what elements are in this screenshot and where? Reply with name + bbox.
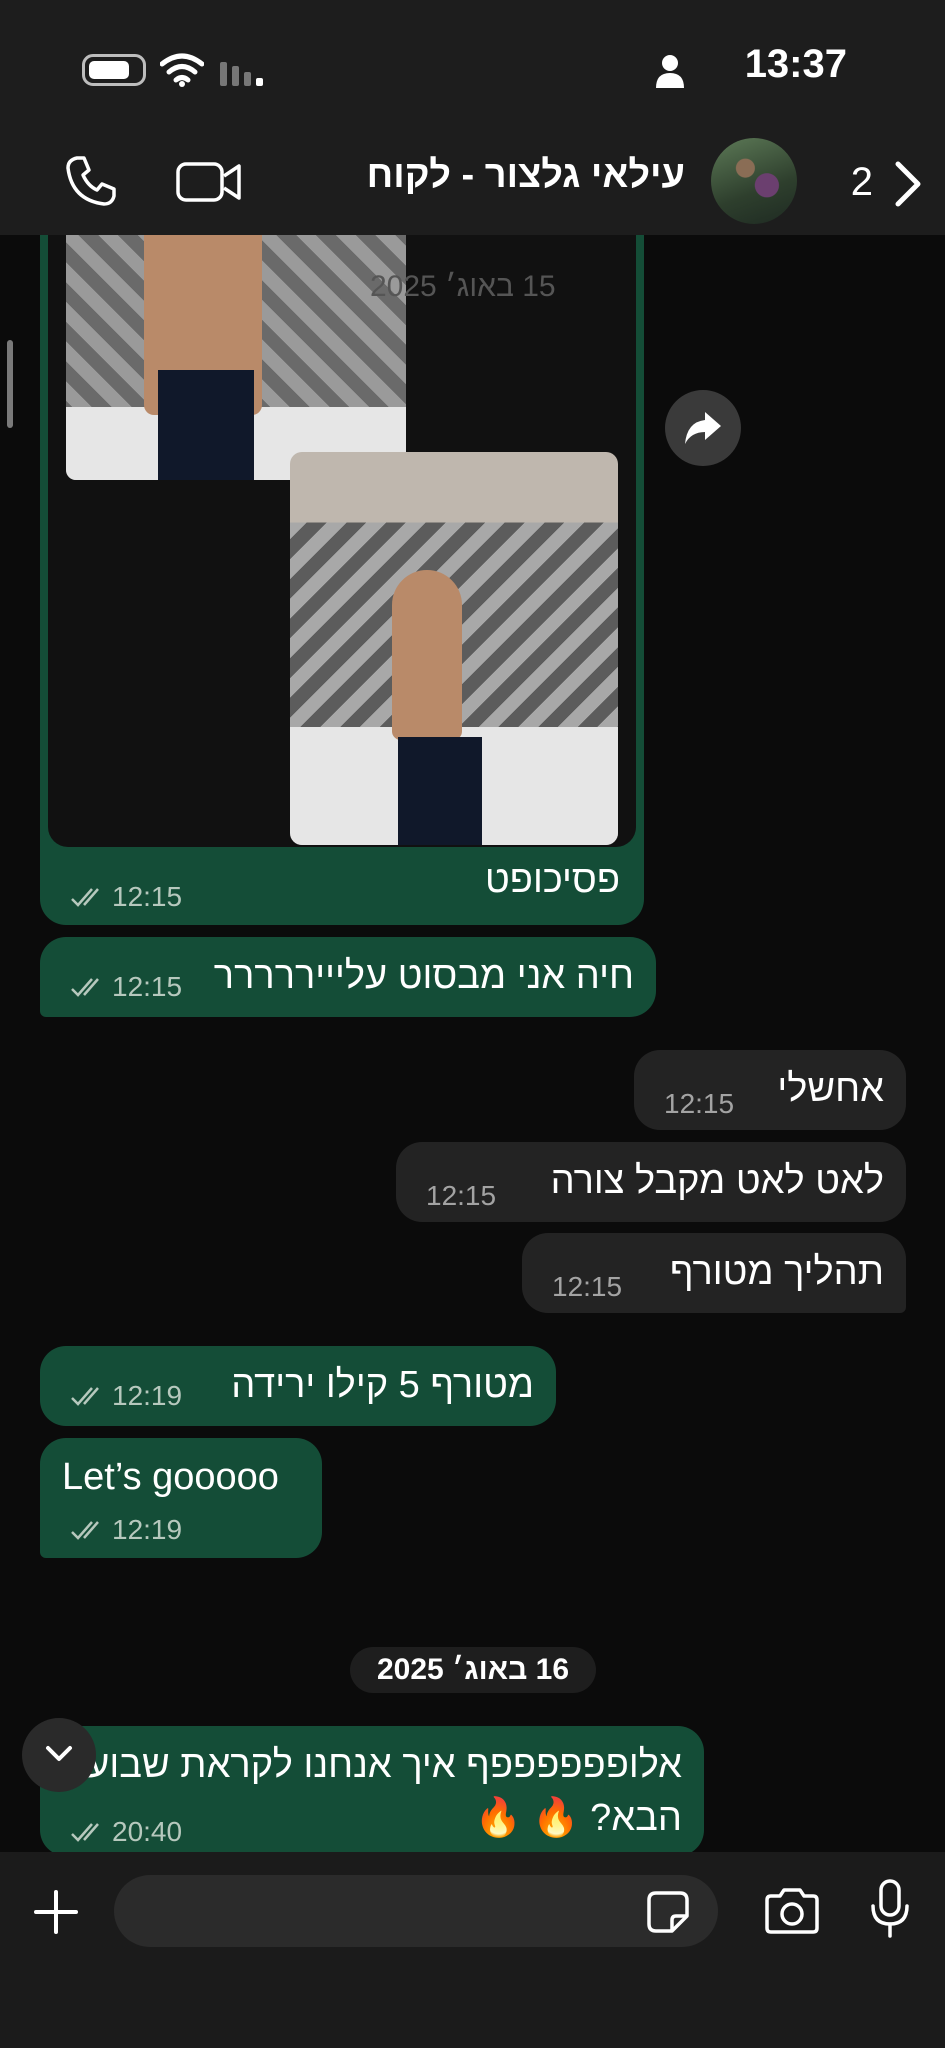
phone-icon[interactable]: [64, 154, 118, 208]
chevron-down-icon: [46, 1746, 72, 1761]
scroll-to-bottom-button[interactable]: [22, 1718, 96, 1792]
read-receipt-icon: [71, 1521, 99, 1540]
date-separator-label: 16 באוג׳ 2025: [376, 1653, 570, 1686]
sticker-icon[interactable]: [646, 1890, 690, 1934]
message-text: אחשלי: [777, 1068, 884, 1110]
battery-icon: [82, 54, 146, 86]
message-text: מטורף 5 קילו ירידה: [231, 1364, 534, 1406]
message-time: 20:40: [112, 1816, 183, 1847]
message-time: 12:15: [426, 1180, 497, 1211]
message-bubble-outgoing[interactable]: חיה אני מבסוט עליייררררר 12:15: [40, 937, 656, 1017]
video-call-icon[interactable]: [176, 160, 242, 204]
contact-avatar[interactable]: [711, 138, 797, 224]
message-time: 12:15: [664, 1088, 735, 1119]
signal-icon: [220, 62, 263, 86]
message-bubble-incoming[interactable]: לאט לאט מקבל צורה 12:15: [396, 1142, 906, 1222]
message-bubble-incoming[interactable]: אחשלי 12:15: [634, 1050, 906, 1130]
unread-count[interactable]: 2: [851, 160, 873, 205]
wifi-icon: [160, 53, 204, 87]
message-text: לאט לאט מקבל צורה: [550, 1160, 884, 1202]
chevron-right-icon[interactable]: [893, 160, 923, 208]
message-text-line-2: הבא? 🔥 🔥: [474, 1797, 682, 1839]
status-time: 13:37: [744, 42, 847, 86]
message-text: תהליך מטורף: [669, 1251, 884, 1293]
forward-button[interactable]: [665, 390, 741, 466]
plus-icon[interactable]: [32, 1888, 80, 1936]
read-receipt-icon: [71, 1387, 99, 1406]
forward-icon: [685, 412, 721, 444]
message-bubble-incoming[interactable]: תהליך מטורף 12:15: [522, 1233, 906, 1313]
photo-before[interactable]: [66, 235, 406, 480]
message-text: Let’s gooooo: [62, 1456, 279, 1498]
message-input[interactable]: [114, 1875, 718, 1947]
person-icon: [656, 55, 684, 88]
message-text: פסיכופט: [484, 859, 620, 901]
message-bubble-outgoing[interactable]: מטורף 5 קילו ירידה 12:19: [40, 1346, 556, 1426]
date-separator: 16 באוג׳ 2025: [350, 1647, 596, 1693]
photo-after[interactable]: [290, 452, 618, 845]
camera-icon[interactable]: [763, 1888, 821, 1934]
message-bubble-outgoing[interactable]: אלופפפפפפף איך אנחנו לקראת שבוע הבא? 🔥 🔥…: [40, 1726, 704, 1856]
read-receipt-icon: [71, 1823, 99, 1842]
photo-date-overlay: 15 באוג׳ 2025: [370, 270, 556, 303]
message-text: חיה אני מבסוט עליייררררר: [213, 955, 634, 997]
scroll-indicator[interactable]: [7, 340, 13, 428]
read-receipt-icon: [71, 978, 99, 997]
message-time: 12:15: [552, 1271, 623, 1302]
message-text-line-1: אלופפפפפפף איך אנחנו לקראת שבוע: [87, 1744, 682, 1786]
message-time: 12:15: [112, 971, 183, 1002]
message-bubble-outgoing[interactable]: Let’s gooooo 12:19: [40, 1438, 322, 1558]
contact-name[interactable]: עילאי גלצור - לקוח: [367, 154, 685, 197]
microphone-icon[interactable]: [868, 1878, 912, 1940]
message-time: 12:19: [112, 1380, 183, 1411]
message-time: 12:15: [112, 881, 183, 912]
read-receipt-icon: [71, 888, 99, 907]
message-time: 12:19: [112, 1514, 183, 1545]
